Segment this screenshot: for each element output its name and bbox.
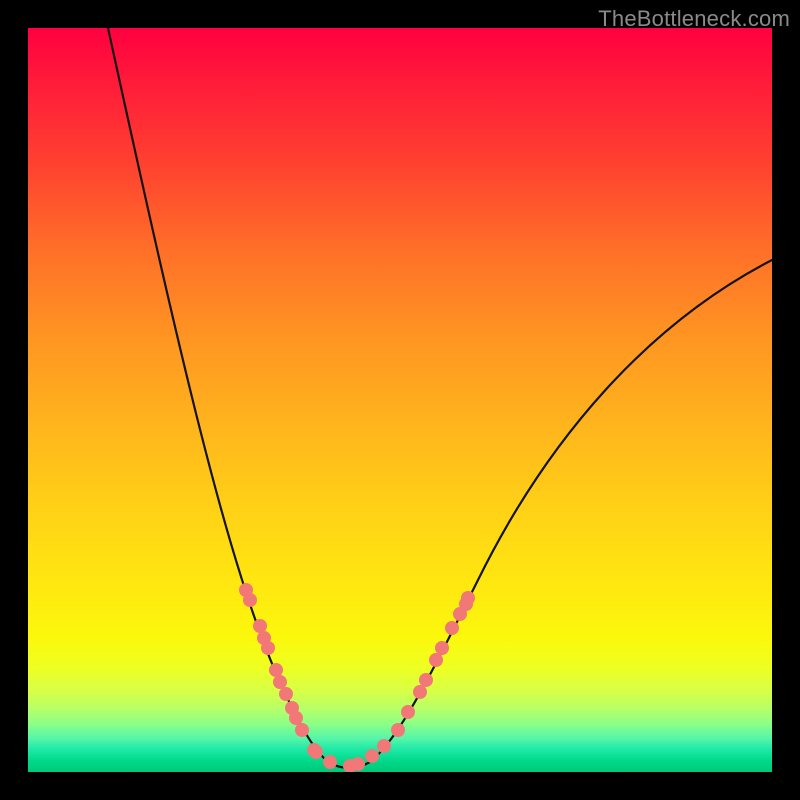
curve-marker	[365, 749, 379, 763]
curve-markers-group	[239, 583, 475, 772]
curve-marker	[429, 653, 443, 667]
curve-marker	[435, 641, 449, 655]
curve-marker	[295, 723, 309, 737]
curve-marker	[279, 687, 293, 701]
curve-marker	[445, 621, 459, 635]
curve-marker	[269, 663, 283, 677]
curve-marker	[377, 739, 391, 753]
curve-marker	[351, 757, 365, 771]
curve-marker	[401, 705, 415, 719]
curve-marker	[391, 723, 405, 737]
curve-marker	[243, 593, 257, 607]
bottleneck-curve-svg	[28, 28, 772, 772]
curve-marker	[323, 755, 337, 769]
curve-marker	[261, 641, 275, 655]
curve-marker	[461, 591, 475, 605]
curve-marker	[419, 673, 433, 687]
chart-plot-area	[28, 28, 772, 772]
curve-marker	[309, 745, 323, 759]
curve-marker	[413, 685, 427, 699]
curve-marker	[253, 619, 267, 633]
curve-marker	[289, 711, 303, 725]
curve-marker	[273, 675, 287, 689]
